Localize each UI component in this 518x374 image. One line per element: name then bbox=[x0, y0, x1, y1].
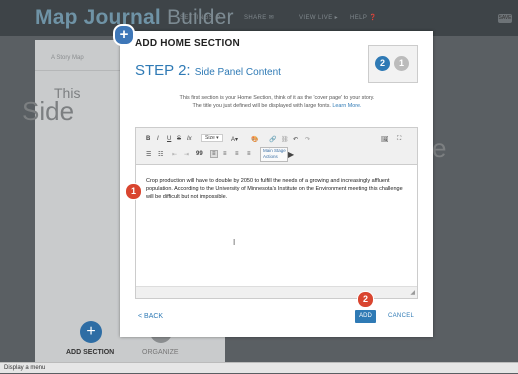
settings-menu[interactable]: SETTINGS ⚙ bbox=[180, 14, 221, 21]
blockquote-icon[interactable]: 99 bbox=[196, 151, 203, 157]
play-icon[interactable]: ▶ bbox=[288, 150, 294, 159]
justify-icon[interactable]: ≡ bbox=[247, 151, 251, 157]
background-title-tail: e bbox=[432, 133, 447, 163]
plus-icon: + bbox=[113, 24, 135, 46]
unlink-icon[interactable]: ⛓ bbox=[281, 136, 289, 143]
align-right-icon[interactable]: ≡ bbox=[235, 151, 239, 157]
editor-footer: ◢ bbox=[136, 286, 417, 298]
step-indicator: 2 1 bbox=[368, 45, 418, 83]
story-subtitle: A Story Map bbox=[51, 55, 84, 61]
text-cursor-icon: I bbox=[233, 238, 236, 247]
text-color-button[interactable]: A▾ bbox=[231, 136, 238, 143]
link-icon[interactable]: 🔗 bbox=[269, 136, 276, 143]
palette-icon[interactable]: 🎨 bbox=[251, 136, 258, 143]
font-size-select[interactable]: Size ▾ bbox=[201, 134, 223, 142]
add-section-button[interactable]: + bbox=[80, 321, 102, 343]
add-section-label[interactable]: ADD SECTION bbox=[66, 349, 114, 356]
add-button[interactable]: ADD bbox=[355, 310, 376, 323]
fullscreen-icon[interactable]: ⛶ bbox=[397, 136, 401, 143]
underline-button[interactable]: U bbox=[167, 136, 171, 142]
align-left-icon[interactable]: ≡ bbox=[210, 150, 218, 158]
step-heading: STEP 2: Side Panel Content bbox=[135, 62, 281, 79]
annotation-badge-1: 1 bbox=[125, 183, 142, 200]
editor-content[interactable]: Crop production will have to double by 2… bbox=[146, 177, 411, 201]
status-bar: Display a menu bbox=[0, 362, 518, 373]
cancel-button[interactable]: CANCEL bbox=[388, 313, 414, 319]
add-home-section-dialog: ADD HOME SECTION STEP 2: Side Panel Cont… bbox=[120, 31, 433, 337]
outdent-icon[interactable]: ⇤ bbox=[172, 151, 177, 158]
editor-toolbar: B I U S Ix Size ▾ A▾ 🎨 🔗 ⛓ ↶ ↷ 🖼 ⛶ ☰ ☷ ⇤… bbox=[136, 128, 417, 165]
undo-icon[interactable]: ↶ bbox=[293, 136, 298, 143]
numbered-list-icon[interactable]: ☰ bbox=[146, 151, 151, 158]
help-menu[interactable]: HELP ❓ bbox=[350, 14, 377, 21]
plus-icon: + bbox=[86, 323, 96, 340]
italic-button[interactable]: I bbox=[157, 136, 159, 142]
annotation-badge-2: 2 bbox=[357, 291, 374, 308]
organize-label[interactable]: ORGANIZE bbox=[142, 349, 179, 356]
align-center-icon[interactable]: ≡ bbox=[223, 151, 227, 157]
current-step-number: 2 bbox=[375, 56, 390, 71]
indent-icon[interactable]: ⇥ bbox=[184, 151, 189, 158]
save-button[interactable]: SAVE bbox=[498, 14, 512, 23]
main-stage-actions-button[interactable]: Main Stage Actions bbox=[260, 147, 288, 162]
description: This first section is your Home Section,… bbox=[179, 95, 375, 109]
background-title-large: Side bbox=[22, 96, 75, 126]
bullet-list-icon[interactable]: ☷ bbox=[158, 151, 163, 158]
rich-text-editor[interactable]: B I U S Ix Size ▾ A▾ 🎨 🔗 ⛓ ↶ ↷ 🖼 ⛶ ☰ ☷ ⇤… bbox=[135, 127, 418, 299]
share-menu[interactable]: SHARE ✉ bbox=[244, 14, 274, 21]
strikethrough-button[interactable]: S bbox=[177, 136, 181, 142]
redo-icon[interactable]: ↷ bbox=[305, 136, 310, 143]
view-live-menu[interactable]: VIEW LIVE ▸ bbox=[299, 14, 338, 21]
resize-handle-icon[interactable]: ◢ bbox=[410, 289, 415, 296]
dialog-title: ADD HOME SECTION bbox=[135, 38, 240, 49]
image-icon[interactable]: 🖼 bbox=[381, 136, 389, 143]
bold-button[interactable]: B bbox=[146, 136, 150, 142]
clear-format-button[interactable]: Ix bbox=[187, 136, 192, 142]
next-step-number: 1 bbox=[394, 56, 409, 71]
learn-more-link[interactable]: Learn More. bbox=[332, 103, 361, 109]
back-button[interactable]: < BACK bbox=[138, 313, 163, 320]
